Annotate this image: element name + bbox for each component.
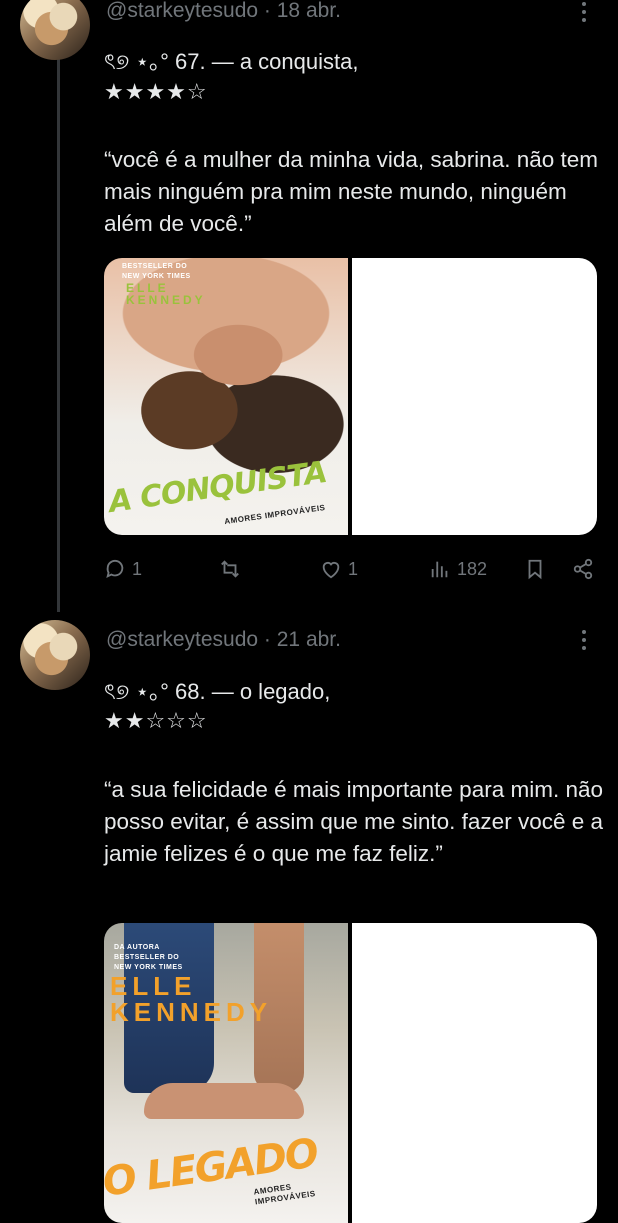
media-blank-panel[interactable]: [352, 923, 597, 1223]
cover-author: ELLE KENNEDY: [110, 971, 273, 1027]
tweet-title: ৎ୭ ⋆｡° 67. — a conquista,: [104, 44, 358, 82]
view-count: 182: [457, 558, 488, 579]
views-button[interactable]: 182: [429, 556, 487, 582]
title-decoration: ৎ୭ ⋆｡°: [104, 49, 169, 74]
tweet-media[interactable]: DA AUTORA BESTSELLER DO NEW YORK TIMES E…: [104, 923, 597, 1223]
more-icon[interactable]: [572, 628, 596, 652]
like-count: 1: [348, 558, 359, 579]
bookmark-icon: [528, 559, 542, 580]
reply-icon: [106, 559, 124, 579]
media-blank-panel[interactable]: [352, 258, 597, 535]
cover-illustration-feet: [144, 1083, 304, 1119]
tweet-meta: @starkeytesudo · 18 abr.: [106, 0, 341, 23]
repost-button[interactable]: [218, 556, 248, 582]
share-button[interactable]: [571, 556, 595, 582]
more-icon[interactable]: [572, 0, 596, 24]
views-icon: [431, 561, 448, 578]
title-decoration: ৎ୭ ⋆｡°: [104, 679, 169, 704]
avatar[interactable]: [20, 0, 90, 60]
reply-count: 1: [132, 558, 143, 579]
tweet-1[interactable]: @starkeytesudo · 18 abr. ৎ୭ ⋆｡° 67. — a …: [0, 0, 618, 600]
cover-author: ELLE KENNEDY: [126, 281, 206, 307]
star-rating: ★★★★☆: [104, 80, 208, 105]
tweet-title: ৎ୭ ⋆｡° 68. — o legado,: [104, 674, 330, 712]
book-cover-image[interactable]: BESTSELLER DO NEW YORK TIMES ELLE KENNED…: [104, 258, 348, 535]
tweet-meta: @starkeytesudo · 21 abr.: [106, 628, 341, 652]
tweet-date[interactable]: 21 abr.: [277, 628, 341, 651]
cover-top-text: DA AUTORA BESTSELLER DO NEW YORK TIMES: [114, 944, 183, 971]
title-text: 67. — a conquista,: [175, 49, 359, 74]
meta-separator: ·: [263, 628, 271, 651]
like-icon: [322, 562, 340, 579]
repost-icon: [221, 560, 239, 578]
book-cover-image[interactable]: DA AUTORA BESTSELLER DO NEW YORK TIMES E…: [104, 923, 348, 1223]
user-handle[interactable]: @starkeytesudo: [106, 628, 258, 651]
tweet-quote: “você é a mulher da minha vida, sabrina.…: [104, 147, 599, 236]
tweet-actions: 1 1 182: [104, 556, 598, 582]
star-rating: ★★☆☆☆: [104, 709, 208, 734]
tweet-2[interactable]: @starkeytesudo · 21 abr. ৎ୭ ⋆｡° 68. — o …: [0, 612, 618, 1223]
tweet-quote: “a sua felicidade é mais importante para…: [104, 777, 603, 866]
tweet-date[interactable]: 18 abr.: [277, 0, 341, 22]
like-button[interactable]: 1: [320, 556, 358, 582]
cover-series: AMORES IMPROVÁVEIS: [223, 502, 326, 527]
user-handle[interactable]: @starkeytesudo: [106, 0, 258, 22]
share-icon: [573, 558, 593, 580]
reply-button[interactable]: 1: [104, 556, 142, 582]
cover-top-text: BESTSELLER DO NEW YORK TIMES: [122, 263, 191, 280]
bookmark-button[interactable]: [524, 556, 546, 582]
avatar[interactable]: [20, 620, 90, 690]
meta-separator: ·: [263, 0, 271, 22]
title-text: 68. — o legado,: [175, 679, 331, 704]
tweet-media[interactable]: BESTSELLER DO NEW YORK TIMES ELLE KENNED…: [104, 258, 597, 535]
